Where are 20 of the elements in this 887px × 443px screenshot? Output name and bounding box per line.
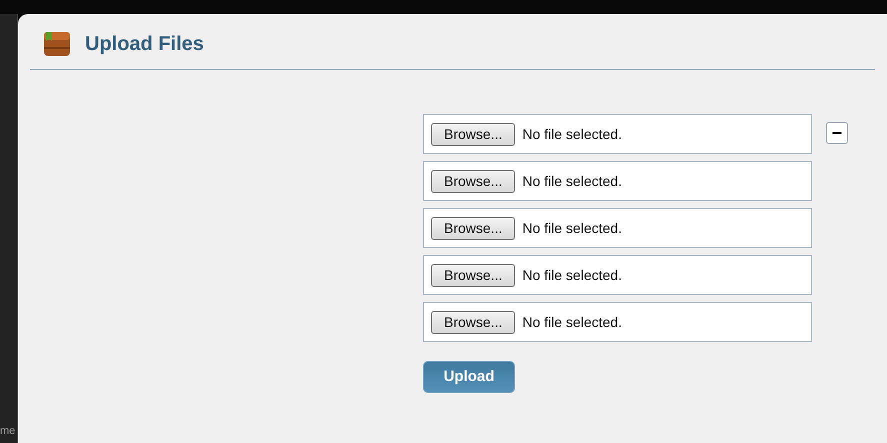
file-status: No file selected.	[522, 218, 622, 238]
browse-button[interactable]: Browse...	[431, 310, 516, 334]
file-input[interactable]: Browse... No file selected.	[423, 114, 812, 154]
remove-button[interactable]: −	[826, 122, 848, 144]
browse-button[interactable]: Browse...	[431, 216, 516, 240]
file-input[interactable]: Browse... No file selected.	[423, 302, 812, 342]
browse-button[interactable]: Browse...	[431, 122, 516, 146]
file-input[interactable]: Browse... No file selected.	[423, 208, 812, 248]
upload-button[interactable]: Upload	[423, 361, 515, 393]
browse-button[interactable]: Browse...	[431, 264, 516, 286]
file-status: No file selected.	[522, 172, 622, 190]
file-status: No file selected.	[522, 312, 622, 332]
file-status: No file selected.	[522, 124, 622, 144]
file-input[interactable]: Browse... No file selected.	[423, 161, 812, 201]
crate-icon	[43, 30, 71, 58]
background-text: me	[0, 426, 16, 437]
file-status: No file selected.	[522, 266, 622, 284]
dialog-title: Upload Files	[85, 32, 204, 57]
file-input[interactable]: Browse... No file selected.	[423, 255, 812, 295]
browse-button[interactable]: Browse...	[431, 170, 516, 192]
